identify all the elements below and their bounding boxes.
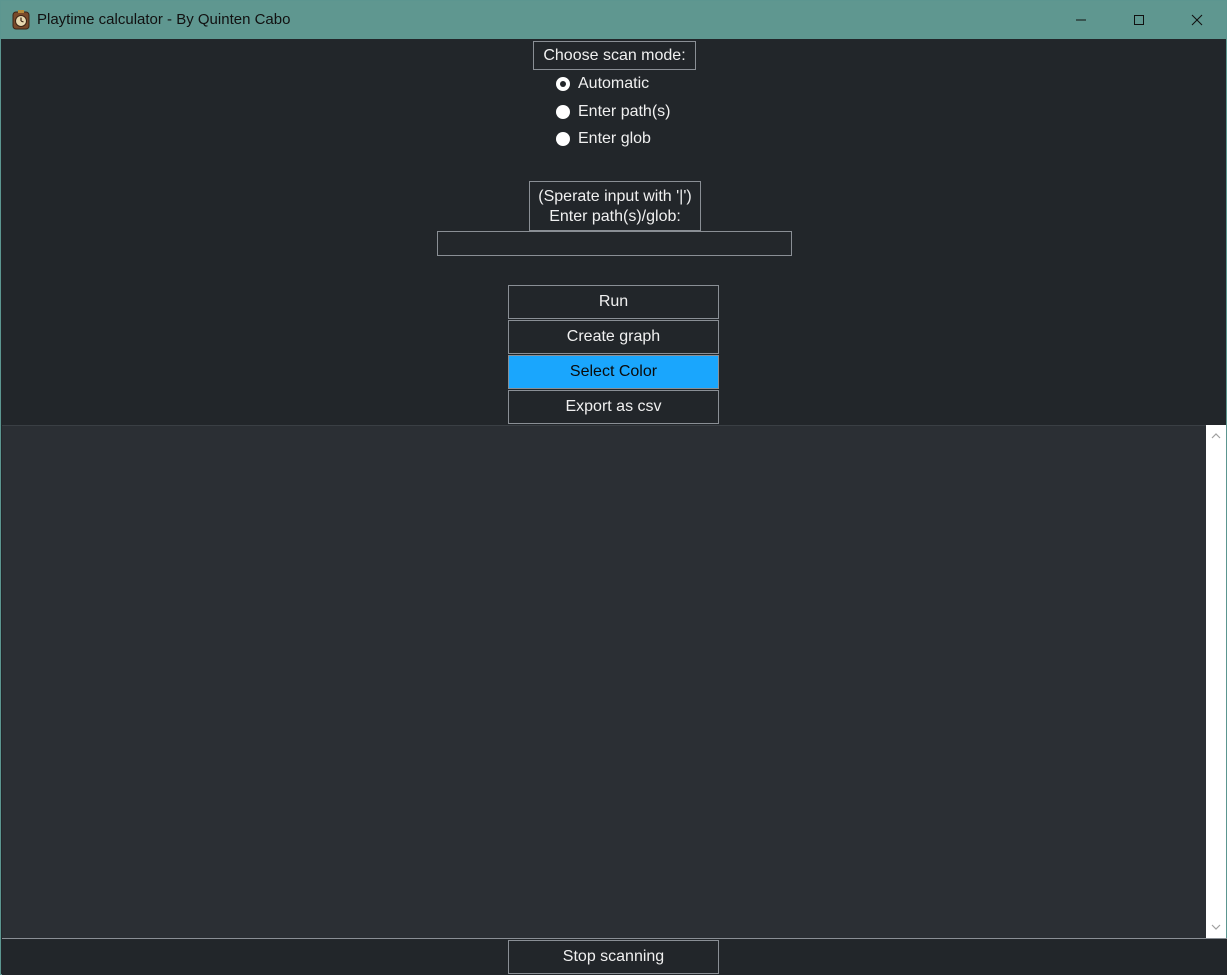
radio-unselected-icon[interactable]	[556, 132, 570, 146]
maximize-icon	[1134, 15, 1144, 25]
app-window: Playtime calculator - By Quinten Cabo Ch…	[0, 0, 1227, 975]
close-icon	[1191, 14, 1203, 26]
title-bar[interactable]: Playtime calculator - By Quinten Cabo	[1, 1, 1226, 39]
scroll-up-button[interactable]	[1206, 427, 1226, 445]
radio-enter-glob[interactable]: Enter glob	[556, 128, 651, 150]
select-color-button[interactable]: Select Color	[508, 355, 719, 389]
maximize-button[interactable]	[1110, 1, 1168, 39]
stop-scanning-button[interactable]: Stop scanning	[508, 940, 719, 974]
close-button[interactable]	[1168, 1, 1226, 39]
run-button[interactable]: Run	[508, 285, 719, 319]
path-glob-input[interactable]	[437, 231, 792, 256]
output-text-area[interactable]	[2, 425, 1206, 938]
path-entry-label: (Sperate input with '|') Enter path(s)/g…	[529, 181, 701, 231]
clock-app-icon	[12, 10, 30, 30]
radio-enter-paths-label: Enter path(s)	[578, 103, 671, 120]
radio-enter-paths[interactable]: Enter path(s)	[556, 101, 670, 123]
radio-selected-icon[interactable]	[556, 77, 570, 91]
window-title: Playtime calculator - By Quinten Cabo	[37, 11, 291, 28]
radio-automatic[interactable]: Automatic	[556, 73, 649, 95]
radio-automatic-label: Automatic	[578, 75, 650, 92]
path-entry-title: Enter path(s)/glob:	[549, 208, 681, 225]
minimize-button[interactable]	[1052, 1, 1110, 39]
radio-enter-glob-label: Enter glob	[578, 130, 651, 147]
export-csv-button[interactable]: Export as csv	[508, 390, 719, 424]
scroll-down-button[interactable]	[1206, 918, 1226, 936]
chevron-down-icon	[1211, 924, 1221, 930]
chevron-up-icon	[1211, 433, 1221, 439]
minimize-icon	[1076, 19, 1086, 21]
create-graph-button[interactable]: Create graph	[508, 320, 719, 354]
scan-mode-label: Choose scan mode:	[533, 41, 696, 70]
vertical-scrollbar[interactable]	[1206, 425, 1226, 938]
path-entry-hint: (Sperate input with '|')	[538, 188, 692, 205]
radio-unselected-icon[interactable]	[556, 105, 570, 119]
